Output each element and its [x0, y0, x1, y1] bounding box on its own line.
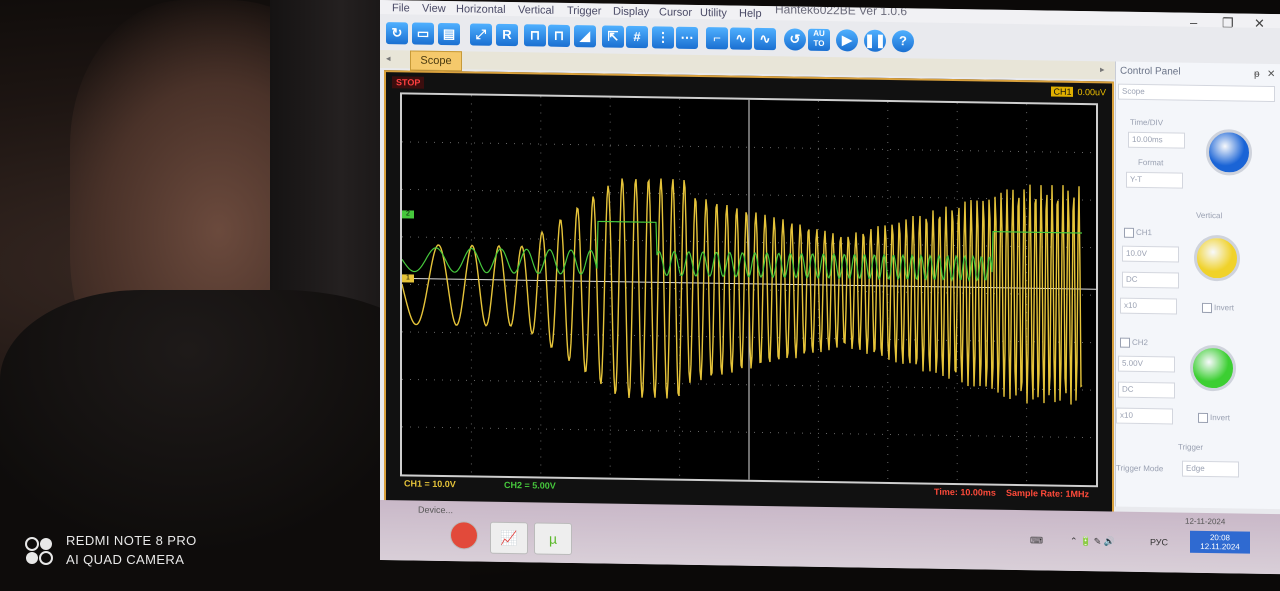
- trigger-mode-label: Trigger Mode: [1116, 463, 1164, 474]
- open-icon[interactable]: ↻: [386, 22, 408, 45]
- ch2-status: CH2 = 5.00V: [504, 479, 556, 491]
- tab-scroll-left-icon[interactable]: ◂: [386, 53, 391, 64]
- sine-icon[interactable]: ∿: [730, 27, 752, 50]
- ch1-status: CH1 = 10.0V: [404, 478, 456, 490]
- time-div-label: Time/DIV: [1130, 117, 1164, 128]
- trigger-source: CH1: [1051, 86, 1074, 97]
- device-label: Device...: [418, 504, 454, 516]
- menu-trigger[interactable]: Trigger: [567, 5, 601, 18]
- camera-lens-icon: [25, 537, 53, 565]
- ellipsis-icon[interactable]: ⋯: [676, 26, 698, 49]
- control-panel-title: Control Panel: [1120, 65, 1181, 78]
- taskbar-clock[interactable]: 20:08 12.11.2024: [1190, 530, 1250, 554]
- ch1-invert-checkbox[interactable]: [1202, 302, 1212, 314]
- step-icon[interactable]: ⌐: [706, 27, 728, 50]
- mode-select[interactable]: Scope: [1118, 83, 1275, 103]
- ramp-icon[interactable]: ◢: [574, 25, 596, 48]
- format-select[interactable]: Y-T: [1126, 171, 1183, 189]
- help-icon[interactable]: ?: [892, 30, 914, 53]
- menu-horizontal[interactable]: Horizontal: [456, 3, 506, 16]
- pause-icon[interactable]: ❚❚: [864, 29, 886, 52]
- ch2-volts-knob[interactable]: [1190, 344, 1236, 392]
- vertical-label: Vertical: [1196, 210, 1223, 221]
- time-div-knob[interactable]: [1206, 128, 1252, 176]
- refresh-icon[interactable]: ↺: [784, 28, 806, 51]
- menu-cursor[interactable]: Cursor: [659, 6, 692, 19]
- menu-view[interactable]: View: [422, 3, 446, 15]
- menu-vertical[interactable]: Vertical: [518, 4, 554, 17]
- ch1-marker[interactable]: 1: [402, 274, 414, 283]
- play-icon[interactable]: ▶: [836, 29, 858, 52]
- language-indicator[interactable]: РУС: [1150, 537, 1168, 547]
- save-icon[interactable]: ▭: [412, 22, 434, 45]
- ch1-probe-select[interactable]: x10: [1120, 297, 1177, 315]
- run-state-badge[interactable]: STOP: [392, 76, 425, 89]
- channel-icon[interactable]: ⋮: [652, 26, 674, 49]
- r-icon[interactable]: R: [496, 23, 518, 47]
- ch1-checkbox[interactable]: [1124, 227, 1134, 238]
- ch1-coupling-select[interactable]: DC: [1122, 271, 1179, 289]
- maximize-button[interactable]: ❐: [1222, 15, 1234, 31]
- ch1-volts-select[interactable]: 10.0V: [1122, 245, 1179, 263]
- ch1-trace: [402, 178, 1083, 405]
- trigger-label: Trigger: [1178, 442, 1204, 452]
- pulse2-icon[interactable]: ⊓: [548, 24, 570, 47]
- trigger-info: CH1 0.00uV: [1051, 86, 1106, 98]
- ch2-invert-label: Invert: [1210, 413, 1231, 423]
- menu-display[interactable]: Display: [613, 6, 649, 19]
- scope-app-icon[interactable]: 📈: [490, 521, 528, 555]
- pulse-icon[interactable]: ⊓: [524, 24, 546, 47]
- trigger-level: 0.00uV: [1077, 86, 1106, 98]
- ch2-invert-checkbox[interactable]: [1198, 412, 1208, 424]
- start-icon[interactable]: [450, 521, 478, 550]
- ch1-invert-label: Invert: [1214, 303, 1235, 313]
- tab-scroll-right-icon[interactable]: ▸: [1100, 64, 1105, 75]
- menu-file[interactable]: File: [392, 2, 410, 14]
- menu-utility[interactable]: Utility: [700, 7, 727, 19]
- time-div-select[interactable]: 10.00ms: [1128, 131, 1185, 149]
- time-status: Time: 10.00ms: [934, 486, 996, 498]
- ch2-coupling-select[interactable]: DC: [1118, 381, 1175, 399]
- laptop-screen: Hantek6022BE Ver 1.0.6 – ❐ ✕ File View H…: [380, 0, 1280, 575]
- waveform-canvas: [402, 95, 1096, 485]
- scope-display: STOP CH1 0.00uV 2 1 CH1 = 10.0V CH2 = 5.0…: [384, 70, 1114, 516]
- close-button[interactable]: ✕: [1254, 16, 1265, 32]
- ch2-volts-select[interactable]: 5.00V: [1118, 355, 1175, 373]
- ch2-probe-select[interactable]: x10: [1116, 407, 1173, 425]
- tray-icons[interactable]: ⌃ 🔋 ✎ 🔊: [1070, 536, 1115, 548]
- ch1-volts-knob[interactable]: [1194, 234, 1240, 282]
- control-panel: Control Panel ᵽ ✕ Scope Time/DIV 10.00ms…: [1115, 61, 1280, 510]
- panel-close-icon[interactable]: ✕: [1267, 69, 1275, 80]
- menu-help[interactable]: Help: [739, 8, 762, 20]
- sine2-icon[interactable]: ∿: [754, 27, 776, 51]
- sample-rate-status: Sample Rate: 1MHz: [1006, 487, 1090, 500]
- print-icon[interactable]: ▤: [438, 22, 460, 46]
- tab-scope[interactable]: Scope: [410, 50, 462, 72]
- pin-icon[interactable]: ᵽ: [1254, 69, 1260, 80]
- watermark-line1: REDMI NOTE 8 PRO: [66, 533, 197, 548]
- keyboard-icon[interactable]: ⌨: [1030, 535, 1043, 546]
- ch2-marker[interactable]: 2: [402, 210, 414, 219]
- ch1-label: CH1: [1136, 227, 1153, 238]
- grid-icon[interactable]: #: [626, 25, 648, 49]
- partial-date: 12-11-2024: [1185, 516, 1226, 527]
- ch2-checkbox[interactable]: [1120, 337, 1130, 348]
- trigger-mode-select[interactable]: Edge: [1182, 460, 1239, 478]
- auto-icon[interactable]: AU TO: [808, 28, 830, 52]
- waveform-grid[interactable]: 2 1: [400, 92, 1098, 488]
- ch2-label: CH2: [1132, 337, 1149, 348]
- utorrent-icon[interactable]: µ: [534, 522, 572, 556]
- minimize-button[interactable]: –: [1190, 15, 1197, 30]
- cursor-icon[interactable]: ⇱: [602, 25, 624, 48]
- clock-date: 12.11.2024: [1200, 541, 1240, 552]
- format-label: Format: [1138, 157, 1164, 168]
- watermark-line2: AI QUAD CAMERA: [66, 552, 185, 567]
- auto-set-icon[interactable]: ⤢: [470, 23, 492, 46]
